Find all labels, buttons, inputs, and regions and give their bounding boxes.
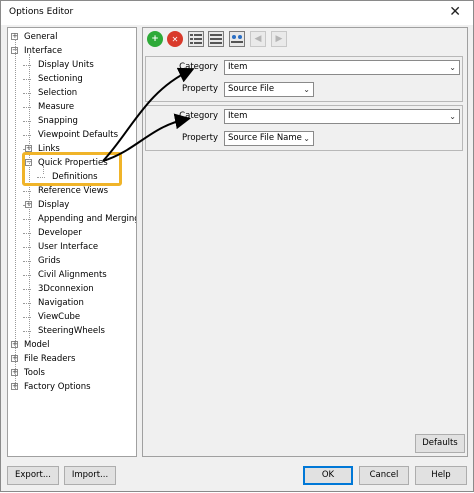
options-tree[interactable]: General + Interface − Display Units Sectionin… (7, 27, 137, 457)
tree-item-label: Appending and Merging (38, 214, 137, 224)
lines-icon (210, 34, 222, 44)
tree-item[interactable]: Tools (22, 366, 47, 380)
tree-item[interactable]: SteeringWheels (36, 324, 107, 338)
tree-item[interactable]: User Interface (36, 240, 100, 254)
tree-item[interactable]: 3Dconnexion (36, 282, 96, 296)
delete-icon: ✕ (171, 34, 179, 44)
property-value: Source File Name (228, 133, 302, 143)
plus-icon: + (151, 34, 159, 44)
tree-item[interactable]: Snapping (36, 114, 80, 128)
tree-item[interactable]: Sectioning (36, 72, 85, 86)
category-label: Category (179, 111, 218, 121)
property-label: Property (182, 133, 218, 143)
delete-definition-button[interactable]: ✕ (167, 31, 183, 47)
tree-item[interactable]: File Readers (22, 352, 77, 366)
chevron-down-icon: ⌄ (449, 63, 456, 72)
tree-item-label: SteeringWheels (38, 326, 105, 336)
tree-item-label: Display (38, 200, 70, 210)
tree-item-label: Selection (38, 88, 78, 98)
tree-item[interactable]: Display Units (36, 58, 96, 72)
title-bar: Options Editor ✕ (1, 1, 473, 25)
tree-item-label: 3Dconnexion (38, 284, 94, 294)
tree-item[interactable]: Display (36, 198, 71, 212)
tree-item[interactable]: Developer (36, 226, 84, 240)
defaults-button[interactable]: Defaults (415, 434, 465, 453)
chevron-down-icon: ⌄ (449, 112, 456, 121)
category-combo[interactable]: Item ⌄ (224, 109, 460, 124)
tree-item[interactable]: Selection (36, 86, 79, 100)
swap-icon (231, 35, 243, 43)
arrow-right-icon: ▶ (275, 34, 283, 44)
definition-group-2: Category Item ⌄ Property Source File Nam… (145, 105, 463, 151)
tree-item-label: General (24, 32, 58, 42)
tree-connector (29, 54, 30, 338)
options-editor-window: Options Editor ✕ General + Interface − Displ… (0, 0, 474, 492)
category-combo[interactable]: Item ⌄ (224, 60, 460, 75)
move-previous-button[interactable]: ◀ (250, 31, 266, 47)
chevron-down-icon: ⌄ (303, 134, 310, 143)
category-value: Item (228, 111, 248, 121)
move-next-button[interactable]: ▶ (271, 31, 287, 47)
tree-item-label: ViewCube (38, 312, 81, 322)
tree-item-label: File Readers (24, 354, 76, 364)
tree-item-label: Measure (38, 102, 75, 112)
tree-item-label: Model (24, 340, 50, 350)
tree-item-label: Snapping (38, 116, 78, 126)
close-icon[interactable]: ✕ (449, 4, 461, 20)
tree-item[interactable]: Civil Alignments (36, 268, 109, 282)
list-view-button[interactable] (188, 31, 204, 47)
tree-item[interactable]: General (22, 30, 60, 44)
tree-item[interactable]: Viewpoint Defaults (36, 128, 120, 142)
tree-connector (15, 39, 16, 389)
tree-item[interactable]: ViewCube (36, 310, 82, 324)
category-label: Category (179, 62, 218, 72)
window-title: Options Editor (9, 7, 74, 17)
category-value: Item (228, 62, 248, 72)
definitions-toolbar: + ✕ ◀ ▶ (143, 28, 467, 50)
property-value: Source File (228, 84, 275, 94)
swap-button[interactable] (229, 31, 245, 47)
help-button[interactable]: Help (415, 466, 467, 485)
property-combo[interactable]: Source File Name ⌄ (224, 131, 314, 146)
import-button[interactable]: Import... (64, 466, 116, 485)
tree-item-label: Reference Views (38, 186, 109, 196)
tree-item-label: User Interface (38, 242, 99, 252)
chevron-down-icon: ⌄ (303, 85, 310, 94)
tree-item[interactable]: Factory Options (22, 380, 93, 394)
tree-item-label: Viewpoint Defaults (38, 130, 119, 140)
tree-item-label: Grids (38, 256, 61, 266)
details-view-button[interactable] (208, 31, 224, 47)
arrow-left-icon: ◀ (254, 34, 262, 44)
tree-item-label: Factory Options (24, 382, 91, 392)
add-definition-button[interactable]: + (147, 31, 163, 47)
definition-group-1: Category Item ⌄ Property Source File ⌄ (145, 56, 463, 102)
tree-item[interactable]: Grids (36, 254, 62, 268)
property-combo[interactable]: Source File ⌄ (224, 82, 314, 97)
tree-item-label: Navigation (38, 298, 84, 308)
tree-item[interactable]: Appending and Merging (36, 212, 137, 226)
tree-item-label: Civil Alignments (38, 270, 107, 280)
tree-item[interactable]: Reference Views (36, 184, 110, 198)
tree-item[interactable]: Measure (36, 100, 76, 114)
tree-item-label: Developer (38, 228, 82, 238)
highlight-box (22, 152, 122, 186)
property-label: Property (182, 84, 218, 94)
list-icon (190, 34, 202, 44)
tree-item-label: Tools (24, 368, 45, 378)
ok-button[interactable]: OK (303, 466, 353, 485)
tree-item[interactable]: Model (22, 338, 52, 352)
tree-item-label: Display Units (38, 60, 94, 70)
tree-item[interactable]: Navigation (36, 296, 86, 310)
cancel-button[interactable]: Cancel (359, 466, 409, 485)
export-button[interactable]: Export... (7, 466, 59, 485)
definitions-panel: + ✕ ◀ ▶ Category Item ⌄ Property Source … (142, 27, 468, 457)
tree-item-label: Sectioning (38, 74, 83, 84)
